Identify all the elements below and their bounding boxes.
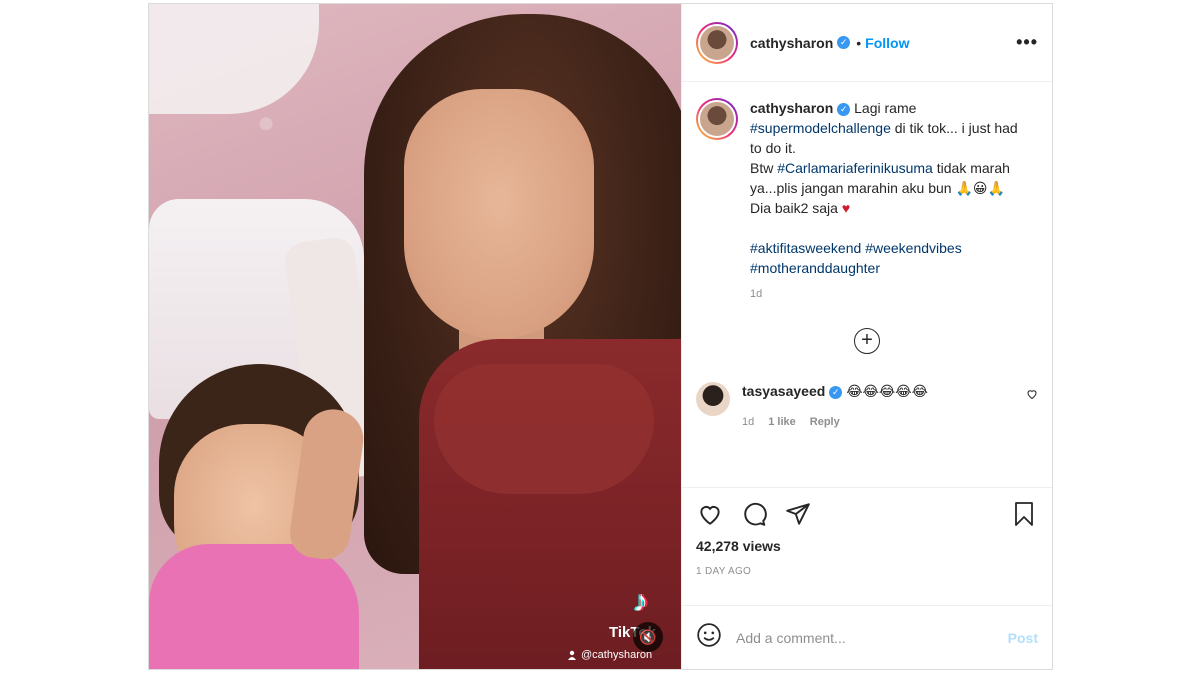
- comment-body: 😂😂😂😂😂: [846, 383, 928, 399]
- hashtag-link[interactable]: #weekendvibes: [865, 240, 962, 256]
- verified-icon: ✓: [837, 36, 851, 49]
- commenter-username[interactable]: tasyasayeed: [742, 383, 825, 399]
- comment-text: tasyasayeed ✓ 😂😂😂😂😂: [742, 382, 928, 400]
- heart-emoji: ♥: [841, 200, 851, 216]
- action-icons: [696, 500, 1038, 528]
- tiktok-icon: ♪: [633, 585, 649, 618]
- avatar: [698, 23, 736, 62]
- comment-timestamp[interactable]: 1d: [742, 416, 754, 428]
- comment: tasyasayeed ✓ 😂😂😂😂😂 1d 1 like Reply: [696, 382, 1038, 428]
- video-woman-face: [404, 89, 594, 339]
- mute-button[interactable]: 🔇: [633, 622, 663, 652]
- comment-composer: Post: [682, 605, 1052, 669]
- post-actions: 42,278 views 1 DAY AGO: [682, 487, 1052, 605]
- hashtag-link[interactable]: #motheranddaughter: [750, 260, 880, 276]
- comments-section: cathysharon ✓ Lagi rame #supermodelchalle…: [682, 82, 1052, 487]
- author-username[interactable]: cathysharon: [750, 35, 833, 51]
- more-options-icon[interactable]: •••: [1016, 32, 1038, 53]
- caption-text: cathysharon ✓ Lagi rame #supermodelchalle…: [750, 98, 1030, 278]
- hashtag-link[interactable]: #Carlamariaferinikusuma: [777, 160, 933, 176]
- caption-line: Dia baik2 saja: [750, 200, 842, 216]
- share-send-icon[interactable]: [784, 500, 812, 528]
- caption-line: Btw: [750, 160, 778, 176]
- verified-icon: ✓: [837, 102, 851, 116]
- caption-timestamp[interactable]: 1d: [750, 288, 1030, 300]
- instagram-post: ♪ TikTok 🔇 @cathysharon cathysharon ✓ • …: [148, 3, 1053, 670]
- bookmark-icon[interactable]: [1010, 500, 1038, 528]
- like-heart-icon[interactable]: [696, 500, 724, 528]
- comment-likes[interactable]: 1 like: [768, 416, 796, 428]
- video-sweater-collar: [434, 364, 654, 494]
- commenter-avatar[interactable]: [696, 382, 730, 416]
- comment-input[interactable]: [736, 629, 994, 646]
- post-video[interactable]: ♪ TikTok 🔇 @cathysharon: [149, 4, 681, 669]
- view-count[interactable]: 42,278 views: [696, 538, 1038, 554]
- follow-button[interactable]: Follow: [865, 35, 909, 51]
- post-timestamp[interactable]: 1 DAY AGO: [696, 566, 1038, 577]
- plus-circle-icon: +: [854, 328, 880, 354]
- verified-icon: ✓: [829, 385, 843, 399]
- user-icon: [568, 650, 576, 660]
- avatar: [698, 100, 736, 138]
- separator-dot: •: [856, 34, 862, 51]
- emoji-icon[interactable]: [696, 622, 722, 653]
- comment-meta: 1d 1 like Reply: [742, 416, 928, 428]
- tiktok-handle: @cathysharon: [567, 649, 652, 661]
- author-avatar-ring[interactable]: [696, 21, 738, 64]
- caption-username[interactable]: cathysharon: [750, 100, 833, 116]
- hashtag-link[interactable]: #aktifitasweekend: [750, 240, 861, 256]
- tiktok-handle-text: @cathysharon: [581, 649, 653, 661]
- post-comment-button[interactable]: Post: [1008, 630, 1038, 646]
- hashtag-link[interactable]: #supermodelchallenge: [750, 120, 891, 136]
- post-header: cathysharon ✓ • Follow •••: [682, 4, 1052, 82]
- post-side-panel: cathysharon ✓ • Follow ••• cathysharon ✓ …: [681, 4, 1052, 669]
- load-more-comments[interactable]: +: [696, 328, 1038, 354]
- comment-like-icon[interactable]: [1026, 388, 1038, 403]
- caption-line: Lagi rame: [854, 100, 917, 116]
- caption-avatar-ring[interactable]: [696, 98, 738, 140]
- comment-bubble-icon[interactable]: [740, 500, 768, 528]
- video-girl-shirt: [149, 544, 359, 669]
- caption: cathysharon ✓ Lagi rame #supermodelchalle…: [696, 98, 1038, 300]
- reply-button[interactable]: Reply: [810, 416, 840, 428]
